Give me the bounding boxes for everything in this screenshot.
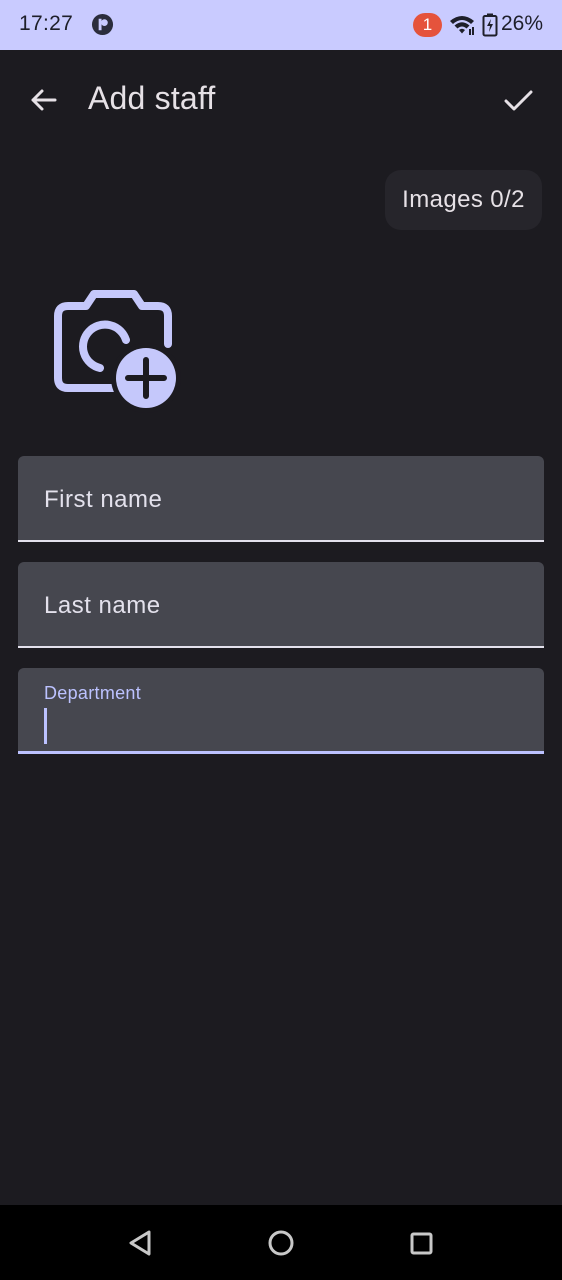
department-field[interactable]: Department bbox=[18, 668, 544, 754]
square-recents-icon bbox=[410, 1232, 433, 1255]
battery-percent: 26% bbox=[501, 12, 544, 35]
circle-home-icon bbox=[268, 1230, 294, 1256]
department-label: Department bbox=[44, 683, 142, 703]
nav-back-button[interactable] bbox=[120, 1223, 160, 1263]
check-icon bbox=[504, 90, 533, 111]
wifi-icon bbox=[450, 16, 474, 35]
top-app-bar: Add staff bbox=[0, 50, 562, 150]
arrow-back-icon bbox=[31, 89, 57, 111]
add-staff-screen: 17:27 1 26% Add staff Images 0/2 First n… bbox=[0, 0, 562, 1280]
battery-icon bbox=[482, 13, 498, 37]
back-button[interactable] bbox=[22, 78, 66, 122]
notification-count-badge: 1 bbox=[413, 13, 442, 37]
text-cursor bbox=[44, 708, 47, 744]
status-time: 17:27 bbox=[19, 12, 74, 35]
first-name-label: First name bbox=[44, 486, 163, 513]
images-count-chip[interactable]: Images 0/2 bbox=[385, 170, 542, 230]
app-notification-icon bbox=[91, 13, 114, 36]
nav-home-button[interactable] bbox=[261, 1223, 301, 1263]
system-navigation-bar bbox=[0, 1205, 562, 1280]
triangle-back-icon bbox=[129, 1230, 151, 1256]
last-name-label: Last name bbox=[44, 592, 161, 619]
department-input[interactable] bbox=[44, 708, 514, 744]
add-photo-button[interactable] bbox=[52, 286, 184, 416]
save-button[interactable] bbox=[496, 78, 540, 122]
page-title: Add staff bbox=[88, 80, 216, 116]
last-name-field[interactable]: Last name bbox=[18, 562, 544, 648]
add-a-photo-icon bbox=[54, 290, 181, 413]
first-name-field[interactable]: First name bbox=[18, 456, 544, 542]
status-bar: 17:27 1 26% bbox=[0, 0, 562, 50]
nav-recents-button[interactable] bbox=[401, 1223, 441, 1263]
